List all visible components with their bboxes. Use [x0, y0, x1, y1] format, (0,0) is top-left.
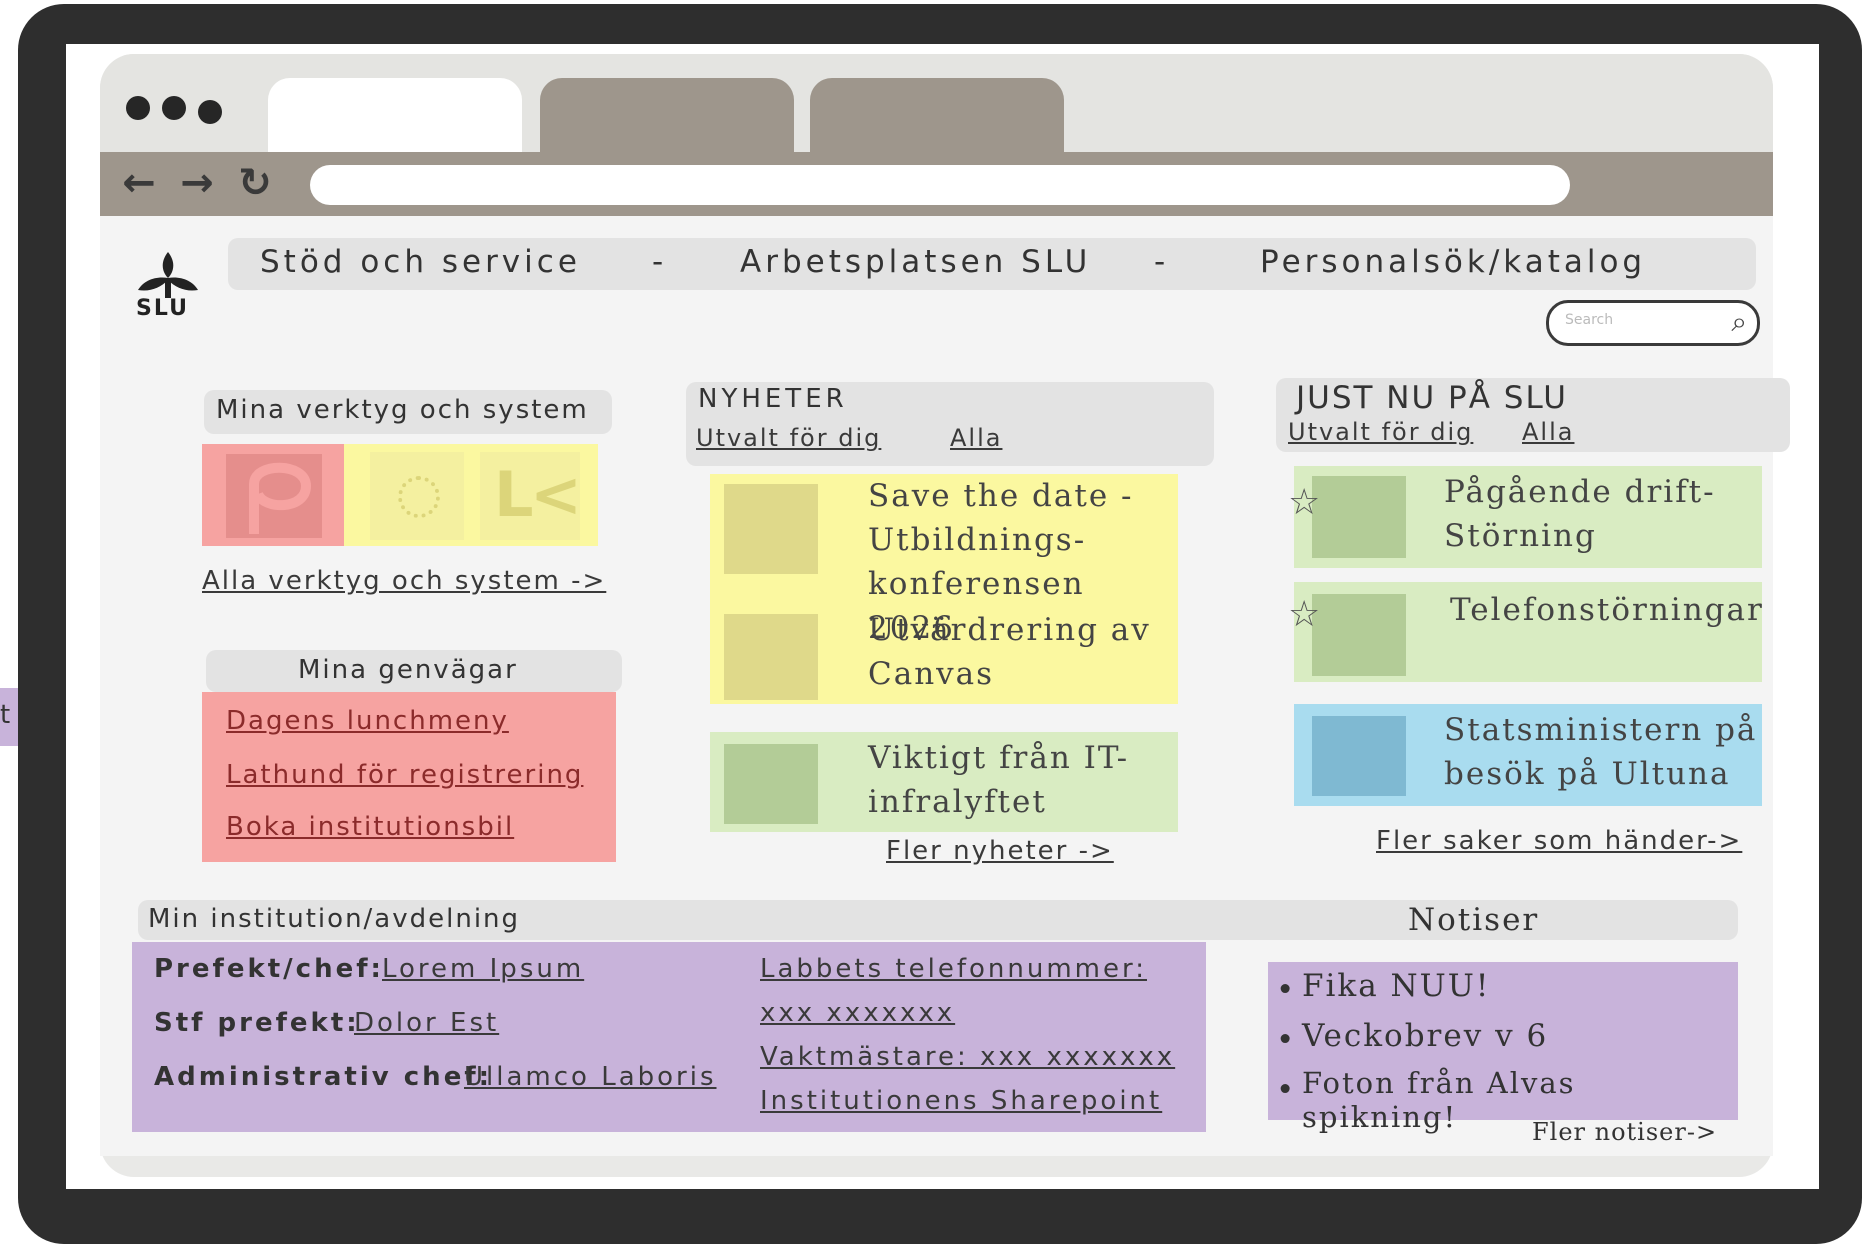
institution-link[interactable]: Labbets telefonnummer:	[760, 954, 1147, 984]
now-card-green[interactable]: Telefonstörningar	[1294, 582, 1762, 682]
institution-value-link[interactable]: Lorem Ipsum	[382, 954, 584, 984]
more-news-link[interactable]: Fler nyheter ->	[886, 836, 1114, 866]
news-card-yellow[interactable]: Save the date -Utbildnings-konferensen 2…	[710, 474, 1178, 704]
slu-logo[interactable]: SLU	[130, 250, 206, 326]
nav-personalsok[interactable]: Personalsök/katalog	[1260, 244, 1646, 280]
institution-label: Stf prefekt:	[154, 1008, 360, 1038]
institution-link[interactable]: xxx xxxxxxx	[760, 998, 955, 1028]
nav-separator: -	[1154, 244, 1170, 280]
window-dot-icon[interactable]	[198, 100, 222, 124]
news-heading-bar: NYHETER Utvalt för dig Alla	[686, 382, 1214, 466]
institution-value-link[interactable]: Dolor Est	[354, 1008, 499, 1038]
top-navigation: Stöd och service - Arbetsplatsen SLU - P…	[228, 238, 1756, 290]
more-notices-link[interactable]: Fler notiser->	[1532, 1118, 1717, 1146]
more-happenings-link[interactable]: Fler saker som händer->	[1376, 826, 1742, 856]
news-item-title[interactable]: Utvärdrering av Canvas	[868, 608, 1168, 696]
now-card-green[interactable]: Pågående drift-Störning	[1294, 466, 1762, 568]
news-item-title[interactable]: Viktigt från IT-infralyftet	[868, 736, 1168, 824]
now-item-title[interactable]: Pågående drift-Störning	[1444, 470, 1754, 558]
search-placeholder: Search	[1565, 312, 1614, 328]
news-filter-all[interactable]: Alla	[950, 424, 1002, 452]
institution-heading: Min institution/avdelning	[148, 904, 521, 934]
tool-tile-red[interactable]	[202, 444, 344, 546]
slu-logo-icon	[138, 252, 198, 298]
window-dot-icon[interactable]	[162, 96, 186, 120]
shortcut-link[interactable]: Boka institutionsbil	[226, 812, 514, 842]
logo-text: SLU	[136, 296, 189, 321]
now-item-title[interactable]: Statsministern på besök på Ultuna	[1444, 708, 1762, 796]
forward-arrow-icon[interactable]: →	[174, 158, 220, 208]
window-dot-icon[interactable]	[126, 96, 150, 120]
news-thumbnail	[724, 614, 818, 700]
institution-label: Prefekt/chef:	[154, 954, 384, 984]
tool-circle-icon	[370, 452, 464, 540]
back-arrow-icon[interactable]: ←	[116, 158, 162, 208]
now-thumbnail	[1312, 594, 1406, 676]
institution-panel: Prefekt/chef: Lorem Ipsum Stf prefekt: D…	[132, 942, 1206, 1132]
pin-icon: ☆	[1288, 594, 1321, 635]
tools-heading-bar: Mina verktyg och system	[204, 390, 612, 434]
reload-icon[interactable]: ↻	[232, 158, 278, 208]
notices-heading: Notiser	[1408, 902, 1540, 938]
news-heading: NYHETER	[698, 384, 848, 414]
now-thumbnail	[1312, 476, 1406, 558]
nav-arbetsplatsen[interactable]: Arbetsplatsen SLU	[740, 244, 1091, 280]
pin-icon: ☆	[1288, 482, 1321, 523]
tools-heading: Mina verktyg och system	[216, 395, 589, 425]
news-card-green[interactable]: Viktigt från IT-infralyftet	[710, 732, 1178, 832]
now-card-blue[interactable]: Statsministern på besök på Ultuna	[1294, 704, 1762, 806]
institution-link[interactable]: Vaktmästare: xxx xxxxxxx	[760, 1042, 1175, 1072]
now-filter-for-you[interactable]: Utvalt för dig	[1288, 418, 1473, 446]
shortcut-link[interactable]: Lathund för registrering	[226, 760, 583, 790]
institution-label: Administrativ chef:	[154, 1062, 493, 1092]
nav-separator: -	[652, 244, 668, 280]
search-field[interactable]: Search ⌕	[1546, 300, 1760, 346]
address-bar[interactable]	[310, 165, 1570, 205]
tab-inactive[interactable]	[810, 78, 1064, 154]
notice-bullet: •	[1276, 1022, 1297, 1058]
now-heading: JUST NU PÅ SLU	[1296, 380, 1568, 416]
notice-bullet: •	[1276, 1072, 1297, 1108]
notices-panel: • Fika NUU! • Veckobrev v 6 • Foton från…	[1268, 962, 1738, 1134]
shortcuts-heading: Mina genvägar	[298, 655, 518, 685]
news-thumbnail	[724, 484, 818, 574]
tab-inactive[interactable]	[540, 78, 794, 154]
notice-bullet: •	[1276, 972, 1297, 1008]
now-filter-all[interactable]: Alla	[1522, 418, 1574, 446]
now-thumbnail	[1312, 716, 1406, 796]
all-tools-link[interactable]: Alla verktyg och system ->	[202, 566, 606, 596]
tool-lk-icon: L <	[480, 452, 582, 540]
now-heading-bar: JUST NU PÅ SLU Utvalt för dig Alla	[1276, 378, 1790, 452]
tool-p-icon	[226, 454, 322, 538]
institution-value-link[interactable]: Ullamco Laboris	[464, 1062, 717, 1092]
institution-heading-bar: Min institution/avdelning Notiser	[138, 900, 1738, 940]
nav-stod-och-service[interactable]: Stöd och service	[260, 244, 581, 280]
news-thumbnail	[724, 744, 818, 824]
news-filter-for-you[interactable]: Utvalt för dig	[696, 424, 881, 452]
notice-item[interactable]: Veckobrev v 6	[1302, 1018, 1548, 1054]
notice-item[interactable]: Fika NUU!	[1302, 968, 1490, 1004]
institution-link[interactable]: Institutionens Sharepoint	[760, 1086, 1162, 1116]
side-tag-text: t	[0, 700, 11, 730]
shortcuts-panel: Dagens lunchmeny Lathund för registrerin…	[202, 692, 616, 862]
tab-active[interactable]	[268, 78, 522, 154]
shortcut-link[interactable]: Dagens lunchmeny	[226, 706, 509, 736]
tool-tile-yellow[interactable]: L <	[344, 444, 598, 546]
search-icon[interactable]: ⌕	[1731, 305, 1747, 339]
now-item-title[interactable]: Telefonstörningar	[1450, 588, 1762, 632]
shortcuts-heading-bar: Mina genvägar	[206, 650, 622, 692]
